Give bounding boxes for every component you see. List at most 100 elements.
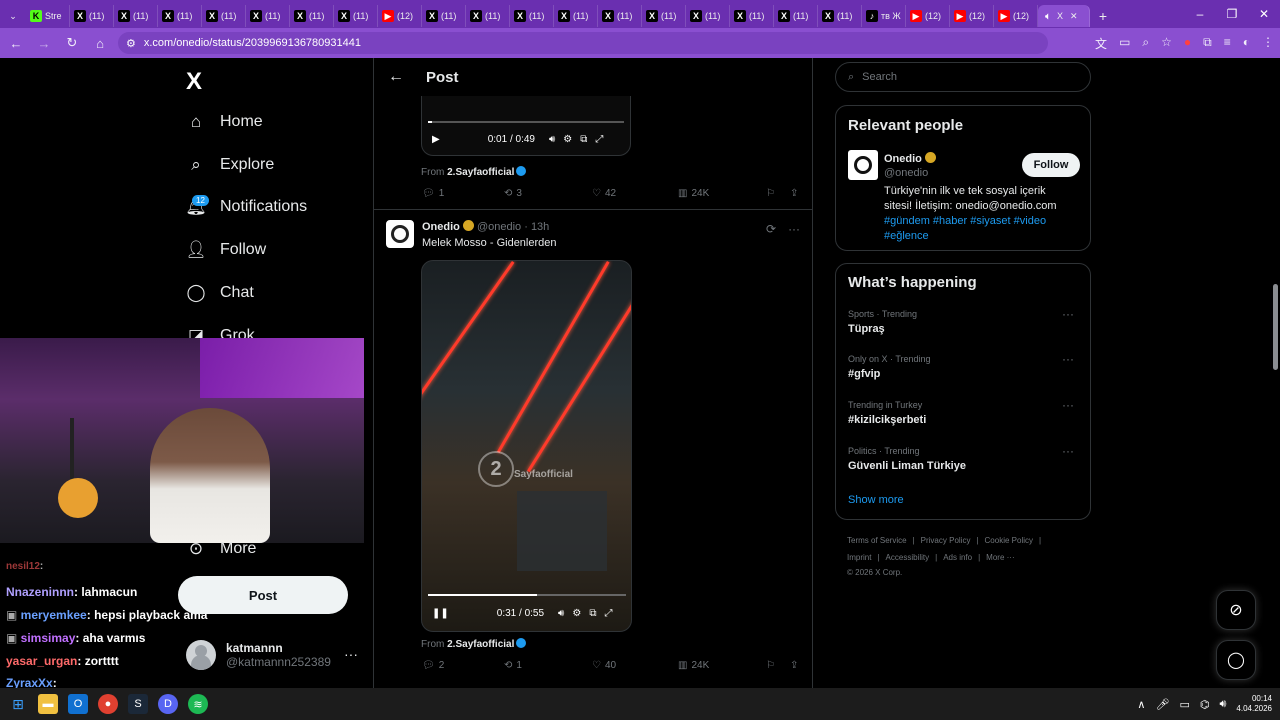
- new-tab-button[interactable]: +: [1090, 5, 1116, 27]
- minimize-icon[interactable]: –: [1184, 7, 1216, 21]
- nav-chat[interactable]: ◯ Chat: [186, 283, 253, 303]
- footer-link[interactable]: Ads info: [943, 553, 972, 562]
- trend-item[interactable]: Only on X · Trending #gfvip ···: [848, 352, 1080, 380]
- pip-icon[interactable]: ⧉: [580, 134, 587, 145]
- views-button[interactable]: ▥ 24K: [678, 660, 766, 671]
- extensions-icon[interactable]: ⧉: [1203, 35, 1212, 52]
- grok-explain-icon[interactable]: ⟳: [766, 222, 776, 236]
- browser-tab[interactable]: ♪ тв Ж: [862, 5, 906, 27]
- onedio-avatar[interactable]: [386, 220, 414, 248]
- browser-tab[interactable]: ▶ (12): [950, 5, 994, 27]
- trend-more-icon[interactable]: ···: [1062, 352, 1074, 366]
- back-arrow-icon[interactable]: ←: [388, 68, 404, 86]
- footer-link[interactable]: Accessibility: [886, 553, 930, 562]
- grok-fab-icon[interactable]: ⊘: [1216, 590, 1256, 630]
- trend-item[interactable]: Politics · Trending Güvenli Liman Türkiy…: [848, 444, 1080, 472]
- browser-tab[interactable]: X (11): [466, 5, 510, 27]
- cast-icon[interactable]: ▭: [1119, 35, 1130, 52]
- relevant-name[interactable]: Onedio: [884, 152, 936, 165]
- volume-icon[interactable]: 🔊︎: [558, 608, 564, 619]
- repost-button[interactable]: ⟲ 3: [504, 188, 592, 199]
- bio-hashtags[interactable]: #gündem #haber #siyaset #video #eğlence: [884, 215, 1046, 242]
- reload-icon[interactable]: ↻: [62, 35, 82, 51]
- spotify-icon[interactable]: ≋: [188, 694, 208, 714]
- zoom-icon[interactable]: ⌕: [1142, 35, 1149, 52]
- profile-icon[interactable]: ◐: [1243, 35, 1250, 52]
- browser-tab[interactable]: X (11): [202, 5, 246, 27]
- trend-item[interactable]: Trending in Turkey #kizilcikşerbeti ···: [848, 398, 1080, 426]
- reply-button[interactable]: 💬︎ 2: [422, 660, 504, 671]
- nav-home[interactable]: ⌂ Home: [186, 112, 263, 132]
- browser-tab[interactable]: X (11): [70, 5, 114, 27]
- video-progress-2[interactable]: [428, 594, 626, 596]
- translate-icon[interactable]: 文: [1095, 35, 1107, 52]
- pip-icon[interactable]: ⧉: [589, 608, 596, 619]
- file-explorer-icon[interactable]: ▬: [38, 694, 58, 714]
- pause-icon[interactable]: ❚❚: [432, 608, 449, 619]
- browser-tab[interactable]: X (11): [598, 5, 642, 27]
- trend-more-icon[interactable]: ···: [1062, 444, 1074, 458]
- address-bar[interactable]: ⚙ x.com/onedio/status/203996913678093144…: [118, 32, 1048, 54]
- share-icon[interactable]: ⇪: [790, 660, 798, 671]
- forward-icon[interactable]: →: [34, 36, 54, 51]
- browser-tab[interactable]: X (11): [158, 5, 202, 27]
- play-icon[interactable]: ▶: [432, 134, 440, 145]
- tab-list-button[interactable]: ⌄: [0, 5, 26, 27]
- messages-fab-icon[interactable]: ◯: [1216, 640, 1256, 680]
- share-icon[interactable]: ⇪: [790, 188, 798, 199]
- maximize-icon[interactable]: ❐: [1216, 7, 1248, 21]
- browser-tab[interactable]: ▶ (12): [906, 5, 950, 27]
- source-link[interactable]: 2.Sayfaofficial: [447, 639, 514, 650]
- browser-tab[interactable]: X (11): [422, 5, 466, 27]
- windows-start-icon[interactable]: ⊞: [8, 694, 28, 714]
- display-icon[interactable]: ▭: [1179, 698, 1189, 711]
- browser-tab[interactable]: X (11): [246, 5, 290, 27]
- trend-item[interactable]: Sports · Trending Tüpraş ···: [848, 307, 1080, 335]
- browser-tab[interactable]: X (11): [774, 5, 818, 27]
- nav-more[interactable]: ⊙ More: [186, 539, 257, 559]
- active-tab[interactable]: 🔈︎ X ✕: [1038, 5, 1090, 27]
- reply-button[interactable]: 💬︎ 1: [422, 188, 504, 199]
- browser-tab[interactable]: X (11): [818, 5, 862, 27]
- bookmark-star-icon[interactable]: ☆: [1161, 35, 1172, 52]
- steam-icon[interactable]: S: [128, 694, 148, 714]
- onedio-avatar[interactable]: [848, 150, 878, 180]
- post-more-icon[interactable]: ···: [788, 222, 800, 236]
- home-button-icon[interactable]: ⌂: [90, 36, 110, 51]
- trend-more-icon[interactable]: ···: [1062, 398, 1074, 412]
- browser-tab[interactable]: ▶ (12): [378, 5, 422, 27]
- chrome-icon[interactable]: ●: [98, 694, 118, 714]
- tray-chevron-icon[interactable]: ∧: [1137, 698, 1145, 711]
- relevant-handle[interactable]: @onedio: [884, 167, 928, 179]
- browser-tab[interactable]: X (11): [334, 5, 378, 27]
- search-input[interactable]: ⌕ Search: [835, 62, 1091, 92]
- browser-tab[interactable]: K Stre: [26, 5, 70, 27]
- browser-tab[interactable]: ▶ (12): [994, 5, 1038, 27]
- menu-icon[interactable]: ⋮: [1262, 35, 1274, 52]
- bookmark-icon[interactable]: ⚐: [766, 660, 790, 671]
- browser-tab[interactable]: X (11): [642, 5, 686, 27]
- site-info-icon[interactable]: ⚙: [126, 37, 136, 50]
- like-button[interactable]: ♡ 42: [592, 188, 678, 199]
- trend-more-icon[interactable]: ···: [1062, 307, 1074, 321]
- follow-button[interactable]: Follow: [1022, 153, 1080, 177]
- mic-icon[interactable]: 🎤︎: [1155, 698, 1169, 711]
- page-scrollbar[interactable]: [1271, 58, 1280, 688]
- browser-tab[interactable]: X (11): [730, 5, 774, 27]
- account-more-icon[interactable]: ···: [344, 646, 358, 662]
- scrollbar-thumb[interactable]: [1273, 284, 1278, 370]
- volume-icon[interactable]: 🔊︎: [549, 134, 555, 145]
- tab-close-icon[interactable]: ✕: [1070, 11, 1078, 22]
- source-link[interactable]: 2.Sayfaofficial: [447, 167, 514, 178]
- video-player-1[interactable]: ▶ 0:01 / 0:49 🔊︎ ⚙ ⧉ ⤢: [421, 96, 631, 156]
- footer-link[interactable]: Terms of Service: [847, 536, 907, 545]
- media-icon[interactable]: ≡: [1224, 35, 1231, 52]
- settings-icon[interactable]: ⚙: [572, 608, 581, 619]
- outlook-icon[interactable]: O: [68, 694, 88, 714]
- discord-icon[interactable]: D: [158, 694, 178, 714]
- video-player-2[interactable]: 2 Sayfaofficial ❚❚ 0:31 / 0:55 🔊︎ ⚙ ⧉ ⤢: [421, 260, 632, 632]
- author-handle[interactable]: @onedio: [477, 221, 521, 233]
- repost-button[interactable]: ⟲ 1: [504, 660, 592, 671]
- footer-link[interactable]: Imprint: [847, 553, 871, 562]
- show-more-link[interactable]: Show more: [848, 494, 904, 506]
